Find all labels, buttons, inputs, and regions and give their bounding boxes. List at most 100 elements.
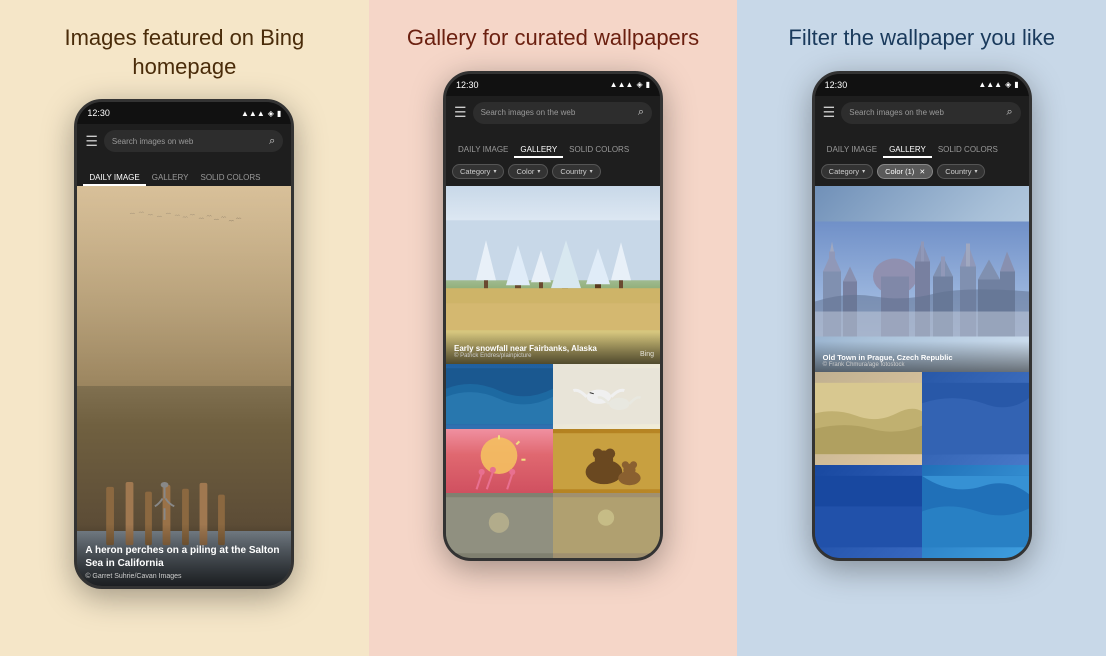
filter-country-3[interactable]: Country ▾ [937,164,985,179]
gallery-cell-birds [553,364,660,428]
filter-color-2[interactable]: Color ▾ [508,164,548,179]
phone-2: 12:30 ▲▲▲ ◈ ▮ ☰ Search images on the web… [443,71,663,561]
status-bar-2: 12:30 ▲▲▲ ◈ ▮ [446,74,660,96]
wifi-icon-2: ◈ [636,80,642,89]
filter-cell-blue1 [922,372,1029,465]
status-bar-3: 12:30 ▲▲▲ ◈ ▮ [815,74,1029,96]
hamburger-icon-3[interactable]: ☰ [823,104,836,121]
battery-icon-3: ▮ [1014,80,1018,89]
screen-3: ☰ Search images on the web ⌕ DAILY IMAGE… [815,96,1029,558]
chevron-category-3: ▾ [862,168,865,175]
gallery-cell-bottom-2 [553,493,660,557]
terns-svg [553,364,660,428]
tab-solid-1[interactable]: SOLID COLORS [194,173,266,186]
gallery-cell-bear [553,429,660,493]
gallery-row-2 [446,429,660,493]
chevron-category-2: ▾ [493,168,496,175]
teal-svg [922,465,1029,558]
gallery-main-credit: © Patrick Endres/plainpicture [454,353,652,359]
tab-bar-1: DAILY IMAGE GALLERY SOLID COLORS [77,158,291,186]
tab-daily-2[interactable]: DAILY IMAGE [452,145,514,158]
filter-row-1 [815,372,1029,465]
daily-caption-credit: © Garret Suhrie/Cavan Images [85,573,283,580]
status-icons-3: ▲▲▲ ◈ ▮ [978,80,1018,89]
search-icon-3: ⌕ [1007,106,1013,119]
signal-icon-3: ▲▲▲ [978,80,1002,89]
phone-1: 12:30 ▲▲▲ ◈ ▮ ☰ Search images on web ⌕ D… [74,99,294,589]
tab-gallery-2[interactable]: GALLERY [514,145,563,158]
gallery-main-caption: Early snowfall near Fairbanks, Alaska © … [446,332,660,364]
blue1-svg [922,372,1029,465]
bing-logo: Bing [640,351,654,358]
filter-cell-salt [815,372,922,465]
gallery-cell-bottom-1 [446,493,553,557]
filter-bar-2: Category ▾ Color ▾ Country ▾ [446,158,660,186]
filter-row-2 [815,465,1029,558]
tab-solid-2[interactable]: SOLID COLORS [563,145,635,158]
bear-svg [553,429,660,493]
filter-cell-blue2 [815,465,922,558]
tab-gallery-3[interactable]: GALLERY [883,145,932,158]
signal-icon-1: ▲▲▲ [241,109,265,118]
gallery-grid: Early snowfall near Fairbanks, Alaska © … [446,186,660,558]
tab-daily-3[interactable]: DAILY IMAGE [821,145,883,158]
chevron-country-3: ▾ [974,168,977,175]
filter-country-2[interactable]: Country ▾ [552,164,600,179]
status-icons-2: ▲▲▲ ◈ ▮ [610,80,650,89]
blue2-svg [815,465,922,558]
tab-bar-3: DAILY IMAGE GALLERY SOLID COLORS [815,130,1029,158]
panel-3: Filter the wallpaper you like 12:30 ▲▲▲ … [737,0,1106,656]
wifi-icon-1: ◈ [268,109,274,118]
gallery-cell-sunset [446,429,553,493]
filter-category-2[interactable]: Category ▾ [452,164,504,179]
panel-3-title: Filter the wallpaper you like [788,24,1055,53]
status-bar-1: 12:30 ▲▲▲ ◈ ▮ [77,102,291,124]
tab-solid-3[interactable]: SOLID COLORS [932,145,1004,158]
app-bar-1: ☰ Search images on web ⌕ [77,124,291,158]
time-3: 12:30 [825,80,848,90]
search-placeholder-1: Search images on web [112,137,265,146]
panel-1: Images featured on Bing homepage 12:30 ▲… [0,0,369,656]
phone-3: 12:30 ▲▲▲ ◈ ▮ ☰ Search images on the web… [812,71,1032,561]
screen-2: ☰ Search images on the web ⌕ DAILY IMAGE… [446,96,660,558]
wifi-icon-3: ◈ [1005,80,1011,89]
filter-image-area: Old Town in Prague, Czech Republic © Fra… [815,186,1029,558]
filter-gallery-grid: Old Town in Prague, Czech Republic © Fra… [815,186,1029,558]
gallery-image-area: Early snowfall near Fairbanks, Alaska © … [446,186,660,558]
filter-main-credit: © Frank Chmura/age fotostock [823,362,1021,368]
search-bar-1[interactable]: Search images on web ⌕ [104,130,283,152]
filter-cell-teal [922,465,1029,558]
close-color-icon-3[interactable]: ✕ [919,168,925,176]
filter-category-3[interactable]: Category ▾ [821,164,873,179]
filter-main-title: Old Town in Prague, Czech Republic [823,353,1021,362]
tab-gallery-1[interactable]: GALLERY [146,173,195,186]
filter-color-3[interactable]: Color (1) ✕ [877,164,933,179]
battery-icon-2: ▮ [646,80,650,89]
status-icons-1: ▲▲▲ ◈ ▮ [241,109,281,118]
search-placeholder-2: Search images on the web [481,108,634,117]
search-icon-1: ⌕ [269,135,275,148]
filter-main-caption: Old Town in Prague, Czech Republic © Fra… [815,341,1029,372]
daily-image: A heron perches on a piling at the Salto… [77,186,291,586]
panel-2: Gallery for curated wallpapers 12:30 ▲▲▲… [369,0,738,656]
screen-1: ☰ Search images on web ⌕ DAILY IMAGE GAL… [77,124,291,586]
gallery-main-title: Early snowfall near Fairbanks, Alaska [454,344,652,353]
panel-2-title: Gallery for curated wallpapers [407,24,699,53]
app-bar-2: ☰ Search images on the web ⌕ [446,96,660,130]
panel-1-title: Images featured on Bing homepage [16,24,353,81]
hamburger-icon-2[interactable]: ☰ [454,104,467,121]
bottom2-svg [553,493,660,557]
tab-daily-1[interactable]: DAILY IMAGE [83,173,145,186]
gallery-cell-ocean [446,364,553,428]
hamburger-icon-1[interactable]: ☰ [85,133,98,150]
sky-gradient [77,186,291,386]
app-bar-3: ☰ Search images on the web ⌕ [815,96,1029,130]
search-icon-2: ⌕ [638,106,644,119]
chevron-country-2: ▾ [590,168,593,175]
ocean-svg [446,364,553,428]
filter-main-image: Old Town in Prague, Czech Republic © Fra… [815,186,1029,372]
tab-bar-2: DAILY IMAGE GALLERY SOLID COLORS [446,130,660,158]
search-bar-3[interactable]: Search images on the web ⌕ [841,102,1020,124]
search-bar-2[interactable]: Search images on the web ⌕ [473,102,652,124]
daily-caption-title: A heron perches on a piling at the Salto… [85,544,283,570]
